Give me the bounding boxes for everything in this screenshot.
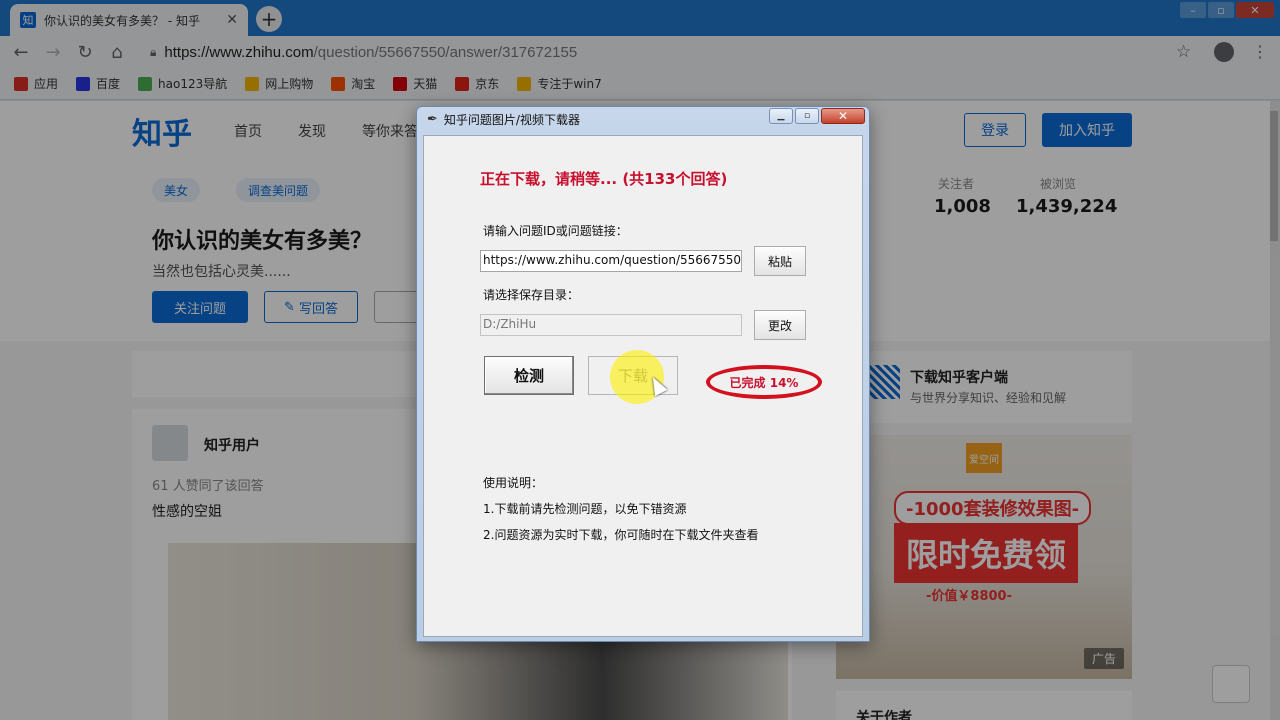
minimize-icon[interactable]: ▁ xyxy=(769,108,793,124)
detect-button[interactable]: 检测 xyxy=(484,356,574,395)
help-title: 使用说明： xyxy=(483,476,544,490)
question-url-input[interactable]: https://www.zhihu.com/question/55667550/… xyxy=(480,250,742,272)
paste-button[interactable]: 粘贴 xyxy=(754,246,806,276)
save-dir-input[interactable]: D:/ZhiHu xyxy=(480,314,742,336)
feather-icon: ✒ xyxy=(427,111,438,127)
dialog-body: 正在下载，请稍等... (共133个回答) 请输入问题ID或问题链接： http… xyxy=(423,135,863,637)
progress-indicator: 已完成 14% xyxy=(706,365,822,399)
help-line: 2.问题资源为实时下载，你可随时在下载文件夹查看 xyxy=(483,528,759,542)
downloader-window: ✒ 知乎问题图片/视频下载器 ▁ ▫ ✕ 正在下载，请稍等... (共133个回… xyxy=(416,106,870,642)
dialog-title: 知乎问题图片/视频下载器 xyxy=(443,112,580,127)
download-status: 正在下载，请稍等... (共133个回答) xyxy=(480,170,728,188)
close-icon[interactable]: ✕ xyxy=(821,108,865,124)
maximize-icon[interactable]: ▫ xyxy=(795,108,819,124)
help-line: 1.下载前请先检测问题，以免下错资源 xyxy=(483,502,687,516)
dialog-controls: ▁ ▫ ✕ xyxy=(769,108,865,124)
question-id-label: 请输入问题ID或问题链接： xyxy=(483,224,628,238)
save-dir-label: 请选择保存目录： xyxy=(483,288,580,302)
dialog-titlebar[interactable]: ✒ 知乎问题图片/视频下载器 ▁ ▫ ✕ xyxy=(417,107,869,131)
change-dir-button[interactable]: 更改 xyxy=(754,310,806,340)
